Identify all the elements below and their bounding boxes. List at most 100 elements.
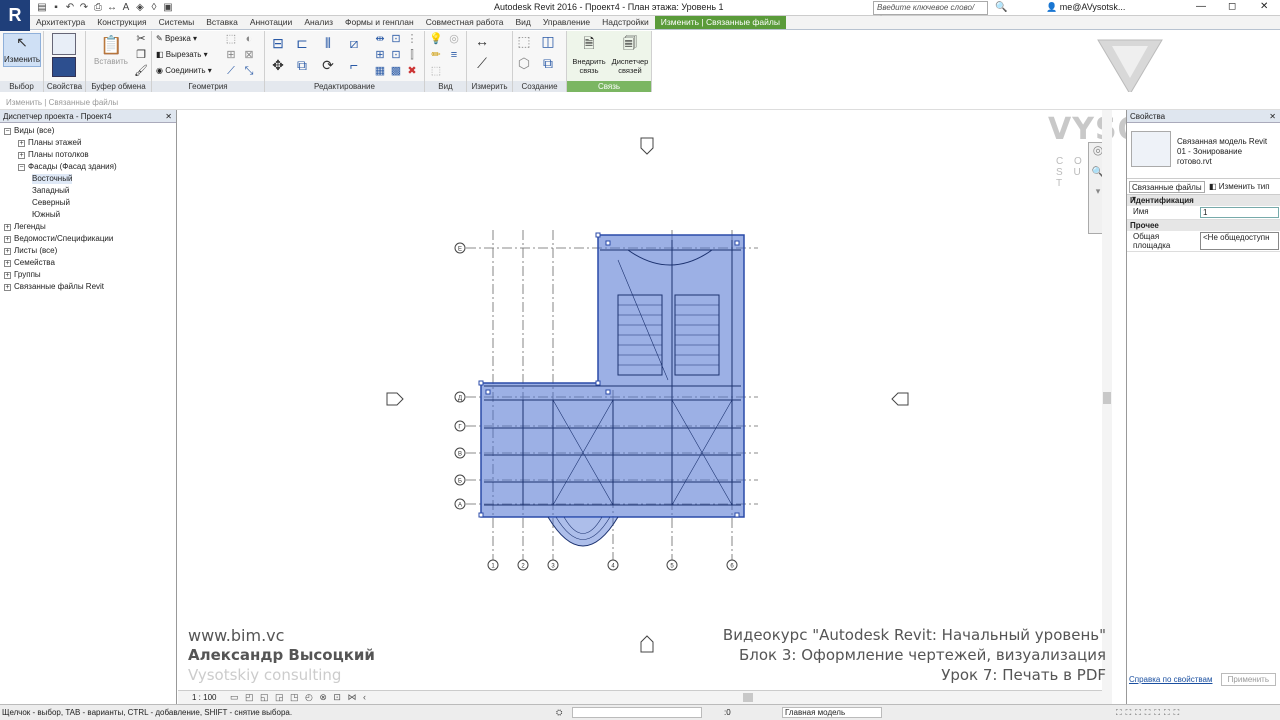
offset-icon[interactable]: ⊏	[295, 36, 309, 50]
copy-elem-icon[interactable]: ⧉	[295, 58, 309, 72]
group-other[interactable]: Прочее	[1127, 220, 1280, 231]
selection-toggle-icons[interactable]: ⛶⛶⛶⛶⛶⛶⛶	[1116, 705, 1183, 720]
pin-icon[interactable]: ⊡	[389, 49, 403, 61]
browser-item[interactable]: Западный	[32, 186, 69, 196]
dimension-icon[interactable]: ⟋	[475, 56, 489, 70]
split-face-icon[interactable]: ⬚	[224, 33, 238, 45]
create-parts-icon[interactable]: ◫	[541, 34, 555, 48]
design-option-select[interactable]: Главная модель	[782, 707, 882, 718]
copy-icon[interactable]: ❐	[134, 49, 148, 61]
vertical-scroll-thumb[interactable]	[1103, 392, 1111, 404]
scale-grid-icon[interactable]: ▩	[389, 65, 403, 77]
remove-paint-icon[interactable]: ⤡	[242, 65, 256, 77]
expand-icon[interactable]: +	[4, 224, 11, 231]
expand-icon[interactable]: +	[4, 284, 11, 291]
apply-button[interactable]: Применить	[1220, 673, 1276, 686]
browser-item[interactable]: Южный	[32, 210, 60, 220]
cope-button[interactable]: ✎ Врезка ▾	[156, 34, 197, 43]
view-control-icons[interactable]: ▭ ◰ ◱ ◲ ◳ ◴ ⊗ ⊡ ⋈ ‹	[230, 692, 368, 703]
print-icon[interactable]: ⎙	[92, 2, 104, 14]
browser-item[interactable]: − Фасады (Фасад здания)	[18, 162, 117, 172]
tab-9[interactable]: Управление	[537, 16, 596, 29]
properties-close-icon[interactable]: ✕	[1269, 110, 1276, 123]
name-field[interactable]: 1	[1200, 207, 1279, 218]
tab-1[interactable]: Конструкция	[91, 16, 152, 29]
split-gap-icon[interactable]: ⫿	[405, 49, 419, 61]
hide-elements-icon[interactable]: ⬚	[429, 65, 443, 77]
beam-join-icon[interactable]: ⟋	[224, 65, 238, 77]
split-icon[interactable]: ⇹	[373, 33, 387, 45]
group-identity[interactable]: Идентификация	[1127, 195, 1280, 206]
tag-icon[interactable]: A	[120, 2, 132, 14]
move-icon[interactable]: ✥	[271, 58, 285, 72]
tab-6[interactable]: Формы и генплан	[339, 16, 420, 29]
drawing-canvas[interactable]: 123456ЕДГВБА VYSOTSKIY C O N S U L T ◎ 🔍…	[178, 110, 1246, 704]
measure-icon[interactable]: ↔	[106, 2, 118, 14]
horizontal-scroll-thumb[interactable]	[743, 693, 753, 702]
browser-item[interactable]: + Легенды	[4, 222, 46, 232]
tab-0[interactable]: Архитектура	[30, 16, 91, 29]
tab-8[interactable]: Вид	[509, 16, 536, 29]
floor-plan[interactable]: 1 2 3 4 5 6ЕДГВБА	[178, 110, 1112, 704]
demolish-icon[interactable]: ⊠	[242, 49, 256, 61]
expand-icon[interactable]: +	[18, 140, 25, 147]
linked-model[interactable]	[478, 232, 745, 547]
browser-item[interactable]: + Листы (все)	[4, 246, 57, 256]
tab-11[interactable]: Изменить | Связанные файлы	[654, 16, 786, 29]
array-icon[interactable]: ⋮	[405, 33, 419, 45]
section-icon[interactable]: ◊	[148, 2, 160, 14]
create-similar-icon[interactable]: ⧉	[541, 56, 555, 70]
create-group-icon[interactable]: ⬡	[517, 56, 531, 70]
search-input[interactable]: Введите ключевое слово/фразу	[873, 1, 988, 24]
filter-icon[interactable]: ≡	[447, 49, 461, 61]
cut-geometry-button[interactable]: ◧ Вырезать ▾	[156, 50, 208, 59]
manage-links-button[interactable]: 🗐 Диспетчер связей	[609, 33, 651, 79]
unpin-icon[interactable]: ⊡	[389, 33, 403, 45]
3d-icon[interactable]: ◈	[134, 2, 146, 14]
maximize-button[interactable]: ◻	[1228, 1, 1236, 12]
tab-5[interactable]: Анализ	[298, 16, 339, 29]
wall-joins-icon[interactable]: ⊞	[224, 49, 238, 61]
undo-icon[interactable]: ↶	[64, 2, 76, 14]
bind-link-button[interactable]: 🗎 Внедрить связь	[569, 33, 609, 79]
search-icon[interactable]: 🔍	[995, 2, 1007, 13]
measure-between-icon[interactable]: ↔	[475, 34, 489, 48]
mirror-draw-icon[interactable]: ⧄	[347, 36, 361, 50]
worksets-icon[interactable]: ⛭	[556, 705, 562, 720]
instance-filter-select[interactable]: Связанные файлы ▾	[1129, 181, 1205, 203]
save-icon[interactable]: ▪	[50, 2, 62, 14]
quick-access-toolbar[interactable]: ▤ ▪ ↶ ↷ ⎙ ↔ A ◈ ◊ ▣	[36, 2, 176, 14]
expand-icon[interactable]: +	[4, 236, 11, 243]
browser-item[interactable]: + Планы этажей	[18, 138, 81, 148]
trim-icon[interactable]: ⌐	[347, 58, 361, 72]
redo-icon[interactable]: ↷	[78, 2, 90, 14]
open-icon[interactable]: ▤	[36, 2, 48, 14]
browser-item[interactable]: Северный	[32, 198, 70, 208]
tab-4[interactable]: Аннотации	[244, 16, 299, 29]
expand-icon[interactable]: −	[4, 128, 11, 135]
type-selector[interactable]: Связанная модель Revit 01 - Зонирование …	[1127, 123, 1280, 179]
switch-window-icon[interactable]: ▣	[162, 2, 174, 14]
properties-icon[interactable]	[52, 33, 76, 55]
scale-selector[interactable]: 1 : 100	[192, 693, 216, 702]
browser-item[interactable]: − Виды (все)	[4, 126, 54, 136]
expand-icon[interactable]: +	[4, 248, 11, 255]
close-button[interactable]: ✕	[1260, 1, 1268, 12]
type-properties-icon[interactable]	[52, 57, 76, 77]
scale-icon[interactable]: ⊞	[373, 49, 387, 61]
align-icon[interactable]: ⊟	[271, 36, 285, 50]
browser-item[interactable]: + Семейства	[4, 258, 55, 268]
mirror-axis-icon[interactable]: ⫴	[321, 36, 335, 50]
rotate-icon[interactable]: ⟳	[321, 58, 335, 72]
browser-item[interactable]: + Связанные файлы Revit	[4, 282, 104, 292]
linework-icon[interactable]: ✏	[429, 49, 443, 61]
browser-item[interactable]: + Планы потолков	[18, 150, 89, 160]
expand-icon[interactable]: +	[4, 272, 11, 279]
expand-icon[interactable]: −	[18, 164, 25, 171]
browser-item[interactable]: + Группы	[4, 270, 41, 280]
tab-3[interactable]: Вставка	[200, 16, 244, 29]
match-icon[interactable]: 🖌	[134, 65, 148, 77]
tab-2[interactable]: Системы	[153, 16, 201, 29]
panel-label-select[interactable]: Выбор	[0, 81, 43, 92]
vertical-scrollbar[interactable]	[1102, 110, 1112, 704]
